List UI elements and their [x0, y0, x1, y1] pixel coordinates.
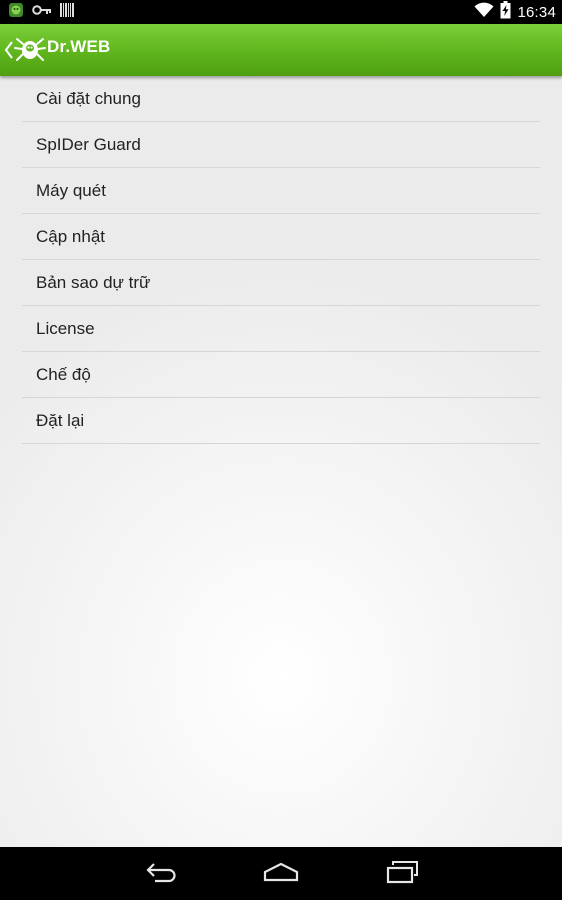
nav-back-button[interactable] — [140, 859, 184, 889]
nav-home-button[interactable] — [259, 859, 303, 889]
status-system-icons: 16:34 — [474, 0, 556, 24]
wifi-icon — [474, 2, 494, 23]
app-title: Dr.WEB — [47, 37, 111, 56]
settings-content: Cài đặt chung SpIDer Guard Máy quét Cập … — [0, 76, 562, 847]
menu-item-mode[interactable]: Chế độ — [22, 352, 540, 398]
status-bar: 16:34 — [0, 0, 562, 24]
menu-item-license[interactable]: License — [22, 306, 540, 352]
status-notifications — [8, 2, 74, 23]
menu-item-general-settings[interactable]: Cài đặt chung — [22, 76, 540, 122]
menu-item-update[interactable]: Cập nhật — [22, 214, 540, 260]
barcode-icon — [60, 2, 74, 22]
nav-recent-apps-button[interactable] — [380, 859, 424, 889]
menu-item-spider-guard[interactable]: SpIDer Guard — [22, 122, 540, 168]
back-icon — [145, 861, 179, 888]
menu-item-backup[interactable]: Bản sao dự trữ — [22, 260, 540, 306]
home-icon — [263, 861, 299, 888]
battery-charging-icon — [500, 0, 511, 24]
drweb-spider-logo — [14, 35, 46, 70]
navigation-bar — [0, 847, 562, 900]
app-bar: Dr.WEB — [0, 24, 562, 76]
key-icon — [32, 3, 52, 21]
screen: 16:34 Dr.WEB Cài đặt chung SpIDer Guard … — [0, 0, 562, 900]
status-time: 16:34 — [517, 3, 556, 21]
android-app-icon — [8, 2, 24, 23]
settings-menu: Cài đặt chung SpIDer Guard Máy quét Cập … — [22, 76, 540, 444]
back-chevron-icon — [4, 40, 14, 65]
menu-item-reset[interactable]: Đặt lại — [22, 398, 540, 444]
menu-item-scanner[interactable]: Máy quét — [22, 168, 540, 214]
recent-apps-icon — [385, 860, 419, 889]
